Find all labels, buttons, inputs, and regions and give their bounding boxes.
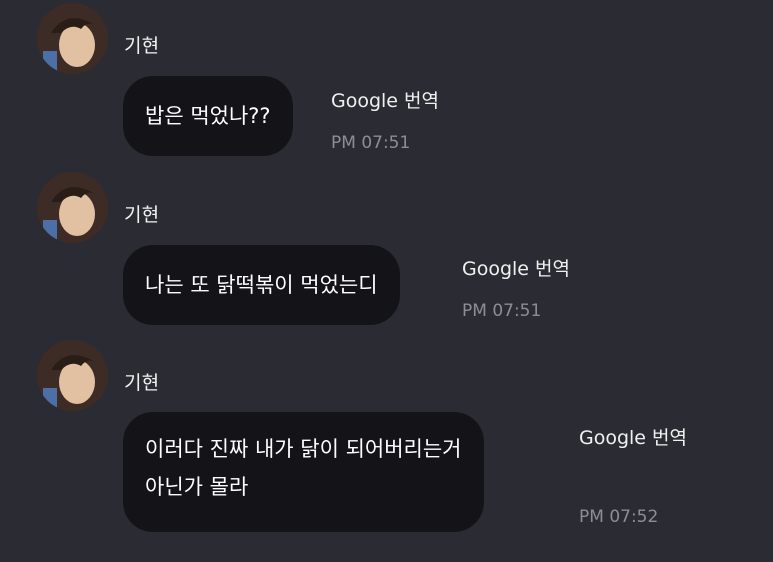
message-text: 밥은 먹었나?? <box>145 104 271 128</box>
profile-photo-icon <box>37 3 108 74</box>
message-bubble[interactable]: 밥은 먹었나?? <box>123 76 293 156</box>
sender-name: 기현 <box>124 204 160 226</box>
timestamp: PM 07:51 <box>331 133 411 153</box>
message-text: 나는 또 닭떡볶이 먹었는디 <box>145 273 378 297</box>
message-bubble[interactable]: 이러다 진짜 내가 닭이 되어버리는거 아닌가 몰라 <box>123 412 484 532</box>
message-text-line-2: 아닌가 몰라 <box>145 475 249 499</box>
sender-name: 기현 <box>124 35 160 57</box>
profile-photo-icon <box>37 340 108 411</box>
avatar[interactable] <box>37 172 108 243</box>
google-translate-link[interactable]: Google 번역 <box>462 254 570 281</box>
timestamp: PM 07:51 <box>462 301 542 321</box>
message-text-line-1: 이러다 진짜 내가 닭이 되어버리는거 <box>145 437 462 461</box>
message-bubble[interactable]: 나는 또 닭떡볶이 먹었는디 <box>123 245 400 325</box>
profile-photo-icon <box>37 172 108 243</box>
avatar[interactable] <box>37 3 108 74</box>
avatar[interactable] <box>37 340 108 411</box>
google-translate-link[interactable]: Google 번역 <box>579 423 687 450</box>
google-translate-link[interactable]: Google 번역 <box>331 86 439 113</box>
sender-name: 기현 <box>124 372 160 394</box>
timestamp: PM 07:52 <box>579 507 659 527</box>
